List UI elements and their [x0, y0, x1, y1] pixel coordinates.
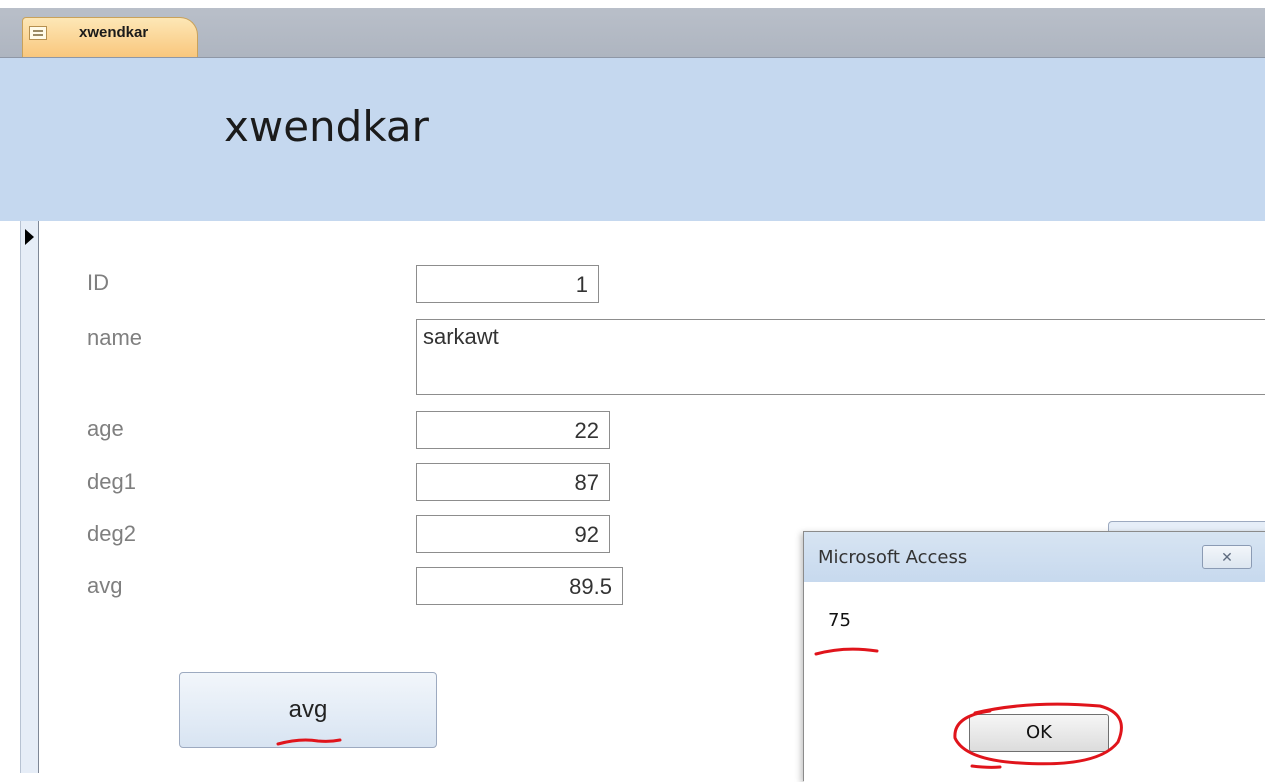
avg-button[interactable]: avg	[179, 672, 437, 748]
tab-label: xwendkar	[79, 24, 149, 41]
avg-field[interactable]: 89.5	[416, 567, 623, 605]
id-label: ID	[87, 270, 109, 295]
document-tab-bar: xwendkar	[0, 0, 1265, 58]
deg1-field[interactable]: 87	[416, 463, 610, 501]
age-field[interactable]: 22	[416, 411, 610, 449]
form-title: xwendkar	[224, 102, 429, 151]
form-icon	[29, 26, 47, 40]
current-record-arrow-icon	[25, 229, 34, 245]
id-field[interactable]: 1	[416, 265, 599, 303]
form-header: xwendkar	[0, 58, 1265, 221]
ok-button[interactable]: OK	[969, 714, 1109, 752]
deg1-label: deg1	[87, 469, 136, 494]
avg-label: avg	[87, 573, 123, 598]
document-tab-xwendkar[interactable]: xwendkar	[22, 17, 198, 57]
dialog-body: 75 OK	[804, 582, 1265, 782]
name-field[interactable]: sarkawt	[416, 319, 1265, 395]
dialog-message: 75	[828, 610, 851, 631]
deg2-field[interactable]: 92	[416, 515, 610, 553]
dialog-title: Microsoft Access	[818, 547, 968, 568]
close-icon[interactable]: ✕	[1202, 545, 1252, 569]
record-selector[interactable]	[20, 221, 39, 773]
deg2-label: deg2	[87, 521, 136, 546]
age-label: age	[87, 416, 124, 441]
name-label: name	[87, 325, 143, 350]
message-box-dialog: Microsoft Access ✕ 75 OK	[803, 531, 1265, 782]
dialog-titlebar[interactable]: Microsoft Access ✕	[804, 532, 1265, 582]
